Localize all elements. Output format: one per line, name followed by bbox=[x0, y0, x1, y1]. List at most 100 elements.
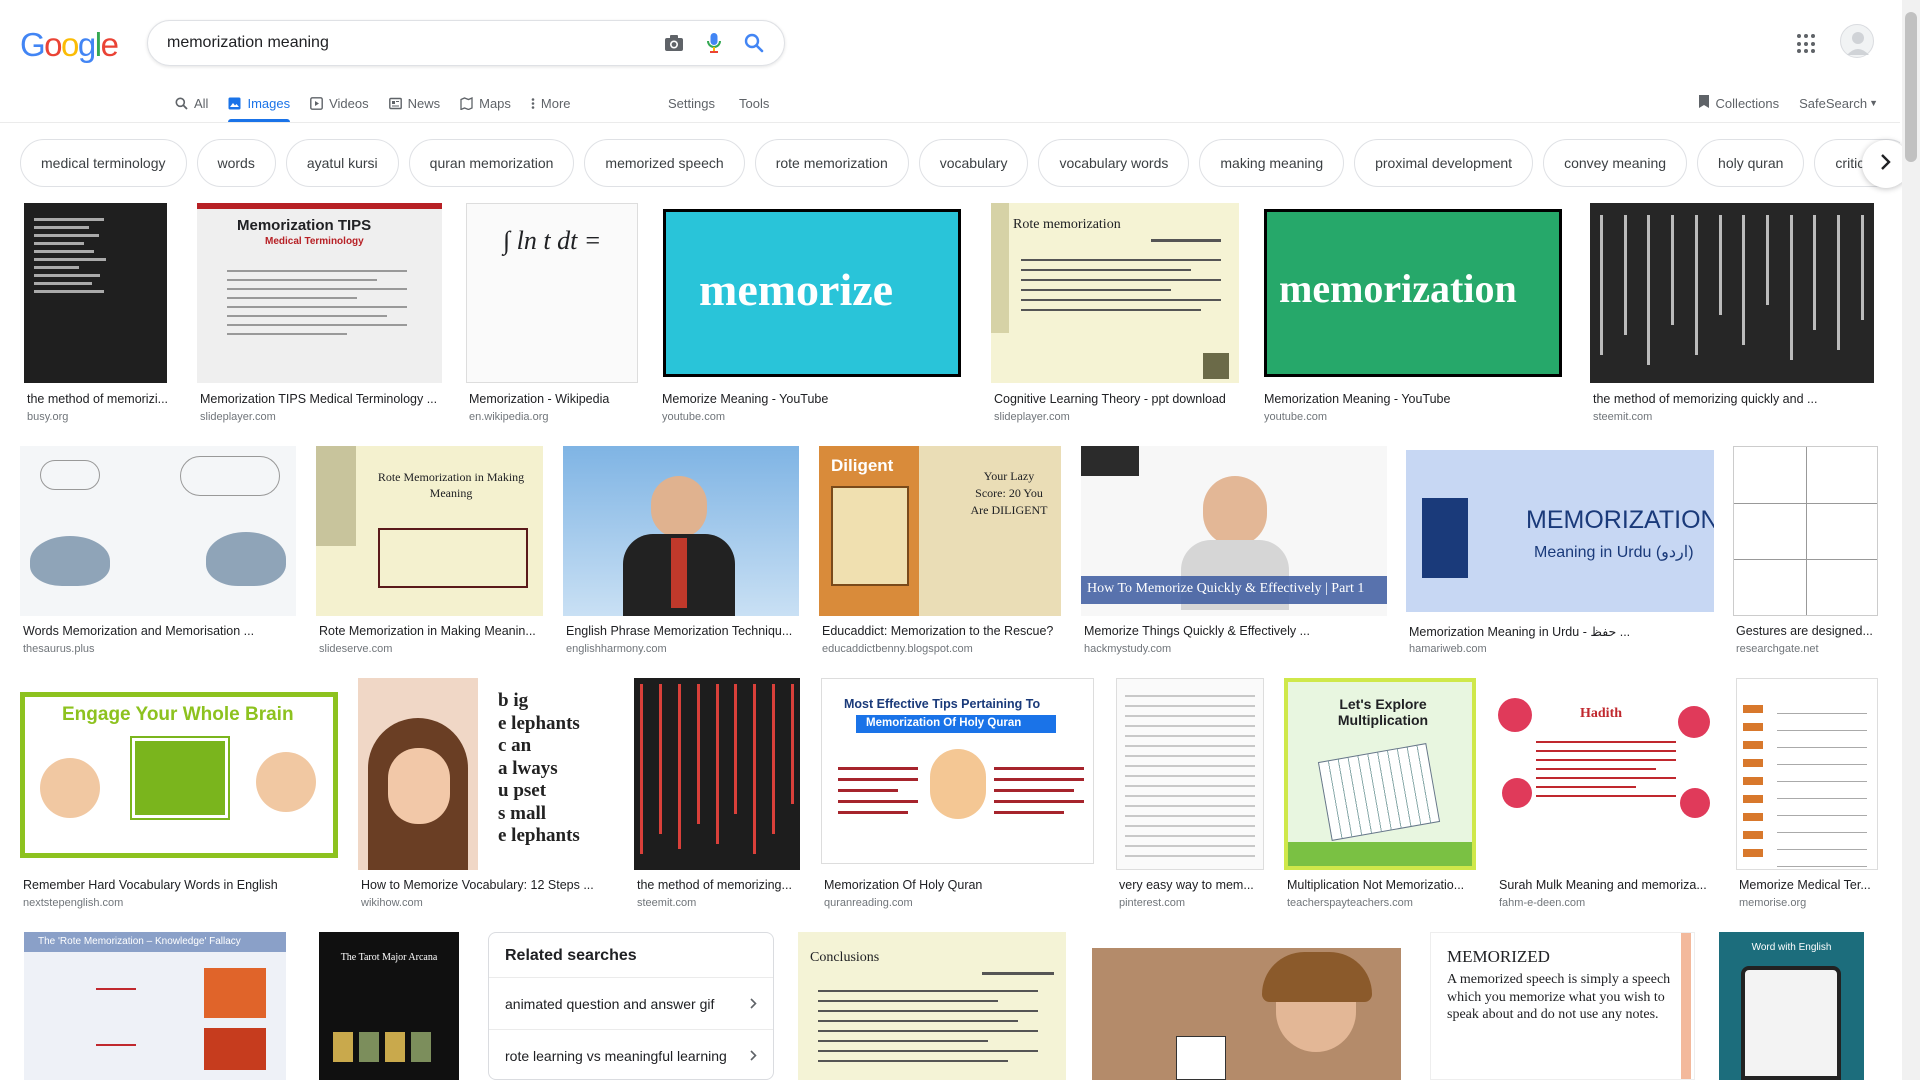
result-thumbnail: ∫ ln t dt = bbox=[466, 203, 638, 383]
logo-letter: G bbox=[20, 26, 46, 63]
result-source: pinterest.com bbox=[1119, 897, 1186, 909]
map-icon bbox=[460, 96, 473, 110]
tab-all[interactable]: All bbox=[165, 84, 218, 122]
suggestion-chip[interactable]: words bbox=[196, 139, 276, 187]
related-searches-panel: Related searches animated question and a… bbox=[488, 932, 774, 1080]
collections-link[interactable]: Collections bbox=[1698, 94, 1779, 112]
result-title: Multiplication Not Memorizatio... bbox=[1287, 878, 1465, 892]
google-logo[interactable]: Google bbox=[20, 26, 119, 64]
thumb-title: Hadith bbox=[1580, 706, 1623, 721]
thumb-word: memorization bbox=[1279, 266, 1517, 311]
caret-down-icon: ▼ bbox=[1869, 98, 1878, 108]
result-title: Memorization - Wikipedia bbox=[469, 392, 610, 406]
tab-videos[interactable]: Videos bbox=[300, 84, 379, 122]
result-title: Memorize Medical Ter... bbox=[1739, 878, 1871, 892]
tab-label: All bbox=[194, 95, 209, 111]
result-thumbnail: Word with English bbox=[1719, 932, 1864, 1080]
search-tabs: All Images Videos News Maps More bbox=[165, 84, 581, 122]
google-images-page: Google All Images Videos bbox=[0, 0, 1920, 1080]
tab-news[interactable]: News bbox=[379, 84, 451, 122]
tab-images[interactable]: Images bbox=[218, 84, 300, 122]
result-thumbnail: memorization bbox=[1261, 203, 1566, 383]
result-source: fahm-e-deen.com bbox=[1499, 897, 1586, 909]
related-searches-title: Related searches bbox=[505, 947, 637, 964]
tab-maps[interactable]: Maps bbox=[450, 84, 521, 122]
suggestion-chip[interactable]: memorized speech bbox=[584, 139, 745, 187]
suggestion-chip[interactable]: making meaning bbox=[1199, 139, 1345, 187]
suggestion-chip[interactable]: quran memorization bbox=[408, 139, 575, 187]
result-source: thesaurus.plus bbox=[23, 643, 95, 655]
result-source: slideserve.com bbox=[319, 643, 393, 655]
account-avatar[interactable] bbox=[1840, 24, 1874, 58]
thumb-title: MEMORIZED bbox=[1447, 947, 1550, 966]
result-title: the method of memorizing... bbox=[637, 878, 792, 892]
result-source: researchgate.net bbox=[1736, 643, 1819, 655]
tab-label: Videos bbox=[329, 95, 369, 111]
suggestion-chip[interactable]: vocabulary bbox=[918, 139, 1029, 187]
result-thumbnail bbox=[563, 446, 799, 616]
result-source: steemit.com bbox=[1593, 411, 1653, 423]
search-box bbox=[147, 20, 785, 66]
thumb-title: How To Memorize Quickly & Effectively | … bbox=[1087, 581, 1365, 596]
suggestion-chip[interactable]: medical terminology bbox=[20, 139, 187, 187]
related-search-label: rote learning vs meaningful learning bbox=[505, 1047, 727, 1064]
result-thumbnail: How To Memorize Quickly & Effectively | … bbox=[1081, 446, 1387, 616]
suggestion-chip[interactable]: rote memorization bbox=[754, 139, 909, 187]
chevron-right-icon bbox=[750, 1048, 757, 1064]
tab-more[interactable]: More bbox=[521, 84, 581, 122]
result-title: Memorization Of Holy Quran bbox=[824, 878, 983, 892]
safesearch-menu[interactable]: SafeSearch ▼ bbox=[1799, 96, 1878, 111]
thumb-title: Most Effective Tips Pertaining To bbox=[844, 697, 1041, 711]
bookmark-icon bbox=[1698, 94, 1710, 112]
thumb-score: Your Lazy Score: 20 You Are DILIGENT bbox=[970, 469, 1048, 517]
result-source: en.wikipedia.org bbox=[469, 411, 549, 423]
search-icon[interactable] bbox=[734, 21, 774, 65]
result-thumbnail: Memorization TIPS Medical Terminology bbox=[197, 203, 442, 383]
result-title: English Phrase Memorization Techniqu... bbox=[566, 624, 793, 638]
acrostic-line: e lephants bbox=[498, 825, 580, 846]
result-source: slideplayer.com bbox=[994, 411, 1070, 423]
result-title: Cognitive Learning Theory - ppt download bbox=[994, 392, 1226, 406]
result-thumbnail bbox=[20, 446, 296, 616]
result-thumbnail: Most Effective Tips Pertaining To Memori… bbox=[821, 678, 1094, 864]
result-title: Words Memorization and Memorisation ... bbox=[23, 624, 255, 638]
page-scrollbar[interactable] bbox=[1902, 0, 1920, 1080]
logo-letter: e bbox=[100, 26, 119, 63]
result-thumbnail: Conclusions bbox=[798, 932, 1066, 1080]
suggestion-chip[interactable]: convey meaning bbox=[1543, 139, 1688, 187]
result-thumbnail bbox=[24, 203, 167, 383]
suggestion-chip[interactable]: proximal development bbox=[1354, 139, 1534, 187]
search-input[interactable] bbox=[167, 34, 654, 52]
suggestion-chip[interactable]: holy quran bbox=[1697, 139, 1805, 187]
microphone-icon[interactable] bbox=[694, 21, 734, 65]
result-source: steemit.com bbox=[637, 897, 697, 909]
suggestion-chip[interactable]: ayatul kursi bbox=[285, 139, 399, 187]
settings-link[interactable]: Settings bbox=[668, 84, 715, 122]
settings-label: Settings bbox=[668, 95, 715, 111]
safesearch-label: SafeSearch bbox=[1799, 95, 1868, 111]
result-thumbnail: Rote Memorization in Making Meaning bbox=[316, 446, 543, 616]
related-search-item[interactable]: animated question and answer gif bbox=[489, 977, 773, 1029]
thumb-title: MEMORIZATION bbox=[1526, 506, 1714, 534]
thumb-title: Rote Memorization in Making Meaning bbox=[377, 470, 525, 500]
result-title: very easy way to mem... bbox=[1119, 878, 1254, 892]
result-title: the method of memorizi... bbox=[27, 392, 169, 406]
result-title: Gestures are designed... bbox=[1736, 624, 1873, 638]
scrollbar-thumb[interactable] bbox=[1905, 12, 1917, 162]
apps-grid-icon[interactable] bbox=[1797, 34, 1817, 54]
integral-formula: ∫ ln t dt = bbox=[503, 226, 602, 255]
result-title: Educaddict: Memorization to the Rescue? bbox=[822, 624, 1054, 638]
result-source: quranreading.com bbox=[824, 897, 913, 909]
tools-link[interactable]: Tools bbox=[739, 84, 769, 122]
right-nav: Collections SafeSearch ▼ bbox=[1698, 84, 1878, 122]
tools-label: Tools bbox=[739, 95, 770, 111]
thumb-subtitle: Medical Terminology bbox=[265, 236, 364, 247]
related-search-item[interactable]: rote learning vs meaningful learning bbox=[489, 1029, 773, 1079]
thumb-title: Diligent bbox=[831, 456, 894, 475]
suggestion-chip[interactable]: vocabulary words bbox=[1038, 139, 1190, 187]
acrostic-line: c an bbox=[498, 735, 532, 756]
result-title: Surah Mulk Meaning and memoriza... bbox=[1499, 878, 1707, 892]
logo-letter: o bbox=[61, 26, 79, 63]
result-source: nextstepenglish.com bbox=[23, 897, 124, 909]
camera-icon[interactable] bbox=[654, 21, 694, 65]
